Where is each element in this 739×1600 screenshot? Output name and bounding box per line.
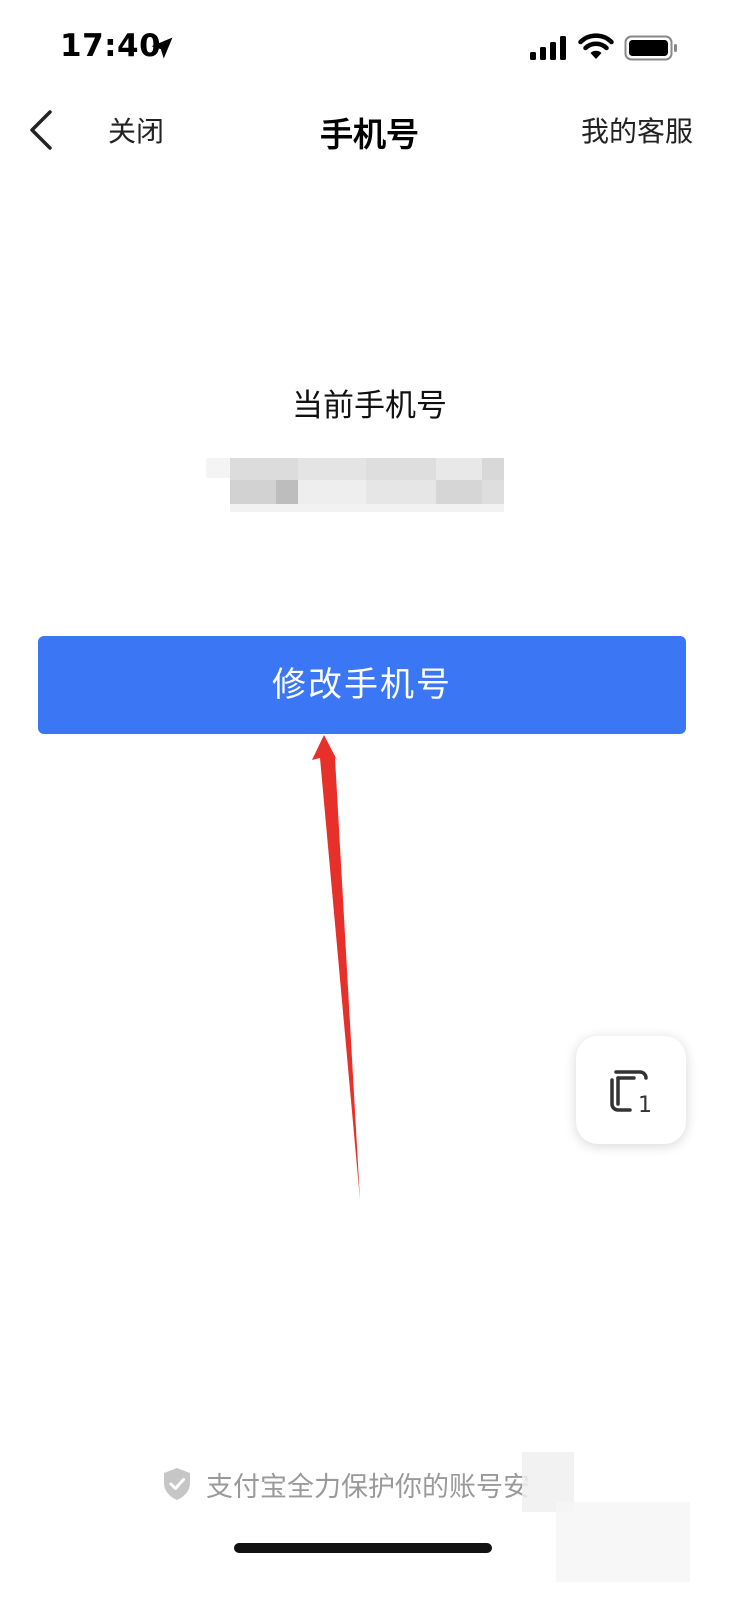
- nav-bar: 关闭 手机号 我的客服: [0, 96, 739, 166]
- status-bar: 17:40: [0, 0, 739, 96]
- security-text: 支付宝全力保护你的账号安: [206, 1471, 530, 1503]
- status-time: 17:40: [60, 28, 162, 64]
- window-count: 1: [638, 1093, 652, 1116]
- location-arrow-icon: [151, 37, 173, 59]
- window-stack-icon: 1: [610, 1070, 652, 1116]
- security-footer: 支付宝全力保护你的账号安: [162, 1464, 530, 1504]
- modify-phone-button[interactable]: 修改手机号: [38, 636, 686, 734]
- watermark-blur: [556, 1502, 690, 1582]
- signal-icon: [530, 36, 566, 60]
- wifi-icon: [578, 33, 614, 59]
- floating-window-button[interactable]: 1: [576, 1036, 686, 1144]
- customer-service-button[interactable]: 我的客服: [581, 110, 693, 150]
- battery-icon: [624, 35, 677, 61]
- shield-check-icon: [164, 1468, 190, 1500]
- home-indicator: [234, 1543, 492, 1553]
- annotation-arrow: [312, 735, 360, 1200]
- current-phone-label: 当前手机号: [292, 388, 447, 424]
- masked-phone-number: [206, 458, 504, 522]
